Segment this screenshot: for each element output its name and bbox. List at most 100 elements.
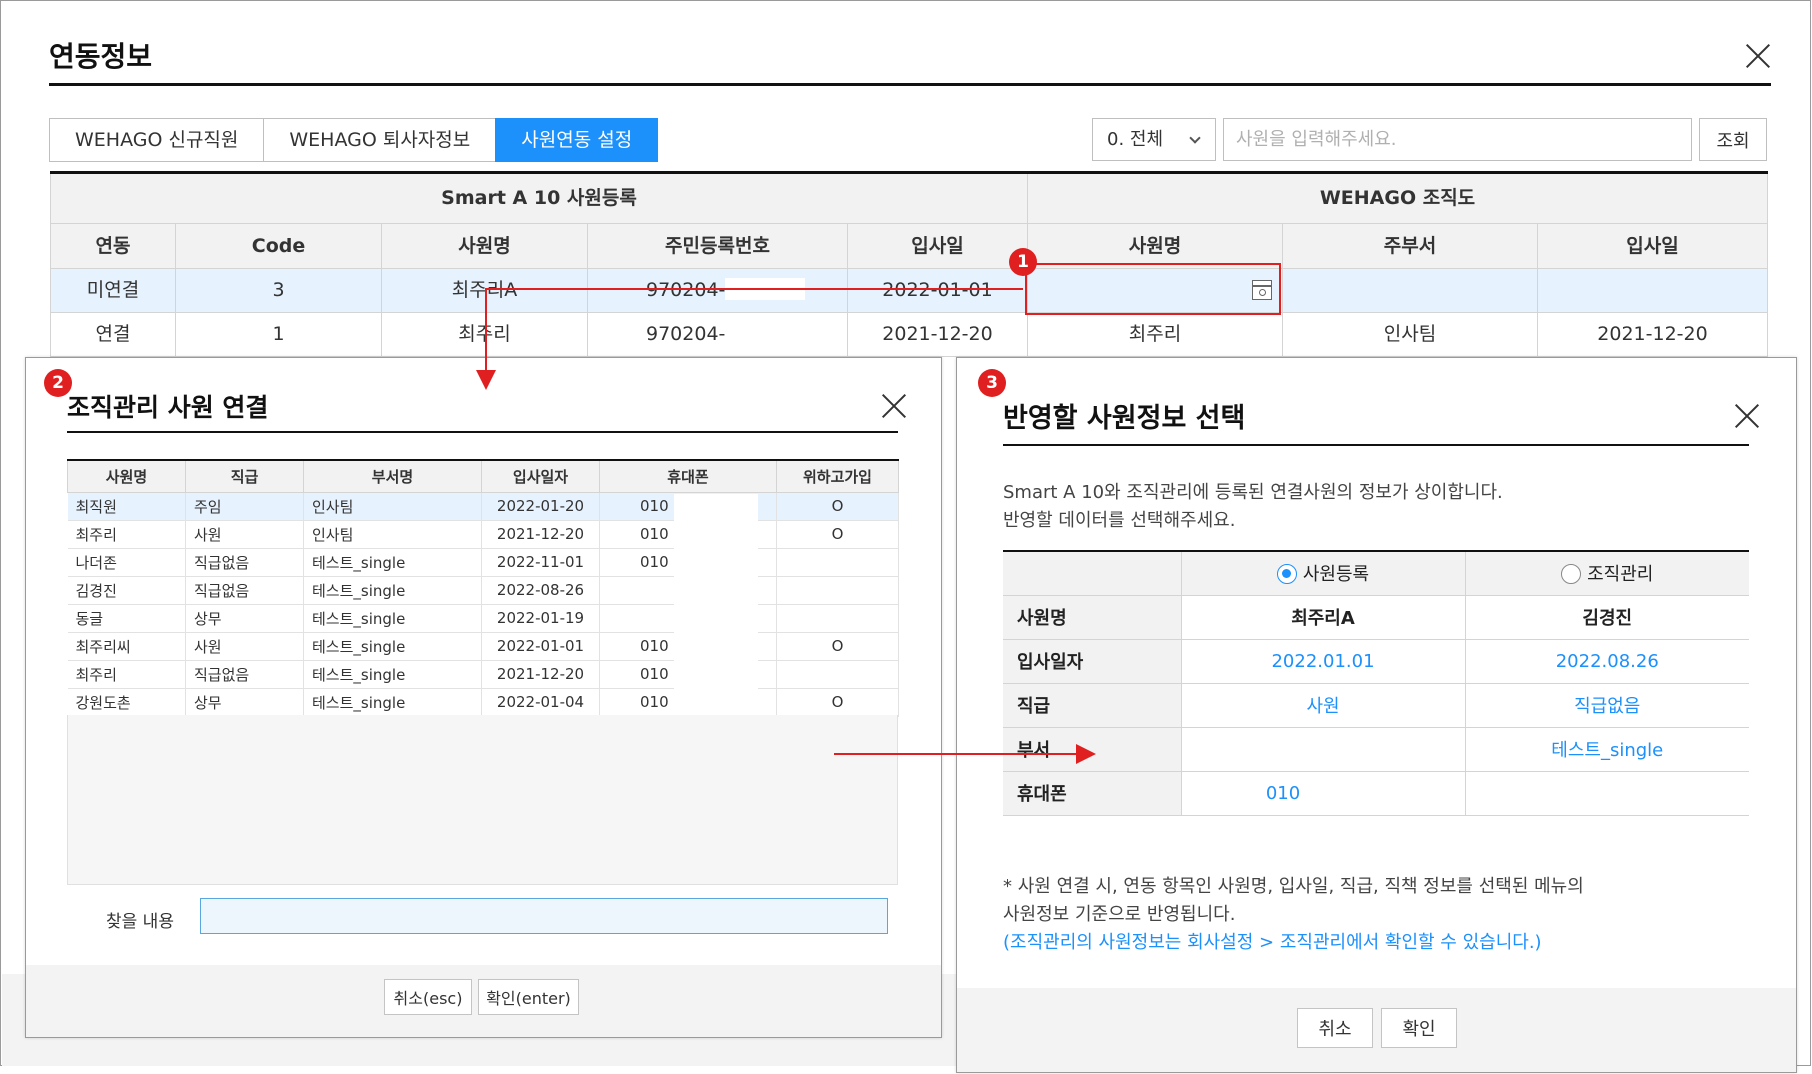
radio-unselected-icon[interactable]: [1561, 564, 1582, 585]
group-smart-a: Smart A 10 사원등록: [50, 174, 1028, 223]
title-divider: [67, 431, 898, 433]
compare-row: 휴대폰 010: [1003, 771, 1749, 816]
select-employee-info-dialog: 반영할 사원정보 선택 Smart A 10와 조직관리에 등록된 연결사원의 …: [956, 357, 1797, 1073]
employee-table: 사원명 직급 부서명 입사일자 휴대폰 위하고가입 최직원 주임 인사팀 202…: [67, 459, 899, 717]
table-row[interactable]: 김경진 직급없음 테스트_single 2022-08-26: [67, 576, 899, 605]
dialog-title: 반영할 사원정보 선택: [1003, 403, 1246, 434]
col-dept: 부서명: [303, 459, 482, 493]
cell-joined: [776, 604, 899, 633]
note-link[interactable]: (조직관리의 사원정보는 회사설정 > 조직관리에서 확인할 수 있습니다.): [1003, 928, 1542, 954]
cell-rank: 상무: [185, 688, 304, 717]
cell-dept: 테스트_single: [303, 632, 482, 661]
group-wehago: WEHAGO 조직도: [1028, 174, 1768, 223]
link-status[interactable]: 미연결: [50, 269, 176, 312]
link-status[interactable]: 연결: [50, 313, 176, 356]
table-header-row: 사원명 직급 부서명 입사일자 휴대폰 위하고가입: [67, 459, 899, 493]
close-icon[interactable]: [881, 393, 901, 413]
compare-table: 사원등록 조직관리 사원명 최주리A 김경진 입사일자 2022.01.01 2…: [1003, 550, 1749, 816]
find-input[interactable]: [200, 898, 888, 934]
value-a: 2022.01.01: [1181, 639, 1466, 684]
close-icon[interactable]: [1745, 43, 1771, 69]
confirm-button[interactable]: 확인(enter): [478, 979, 579, 1015]
cell-date: 2022-01-01: [481, 632, 600, 661]
table-row[interactable]: 최주리 직급없음 테스트_single 2021-12-20 010: [67, 660, 899, 689]
dialog-footer: 취소(esc) 확인(enter): [26, 965, 941, 1037]
cell-name: 김경진: [67, 576, 186, 605]
cell-dept: 인사팀: [303, 520, 482, 549]
cell-name: 최주리: [67, 660, 186, 689]
compare-row: 부서 테스트_single: [1003, 727, 1749, 772]
tab-resigned-employees[interactable]: WEHAGO 퇴사자정보: [263, 118, 496, 162]
cell-code: 1: [176, 313, 382, 356]
employee-picker-icon[interactable]: [1252, 280, 1272, 300]
value-a: 사원: [1181, 683, 1466, 728]
cell-rank: 직급없음: [185, 576, 304, 605]
corner-cell: [1003, 551, 1182, 596]
cell-date: 2021-12-20: [481, 520, 600, 549]
value-a: 최주리A: [1181, 595, 1466, 640]
col-name: 사원명: [67, 459, 186, 493]
cell-rrn: 970204-: [588, 313, 848, 356]
tab-employee-link-settings[interactable]: 사원연동 설정: [495, 118, 659, 162]
cell-dept: 테스트_single: [303, 576, 482, 605]
chevron-down-icon: [1189, 132, 1201, 144]
table-row[interactable]: 최주리 사원 인사팀 2021-12-20 010 O: [67, 520, 899, 549]
tab-bar: WEHAGO 신규직원 WEHAGO 퇴사자정보 사원연동 설정: [49, 118, 659, 162]
cell-name: 최주리: [382, 313, 588, 356]
cell-joined: [776, 576, 899, 605]
table-row[interactable]: 강원도촌 상무 테스트_single 2022-01-04 010 O: [67, 688, 899, 717]
table-row[interactable]: 최직원 주임 인사팀 2022-01-20 010 O: [67, 492, 899, 521]
tab-new-employees[interactable]: WEHAGO 신규직원: [49, 118, 264, 162]
cell-name: 최주리씨: [67, 632, 186, 661]
row-label: 사원명: [1003, 595, 1182, 640]
cell-name: 최주리: [67, 520, 186, 549]
note-line: 사원정보 기준으로 반영됩니다.: [1003, 904, 1236, 925]
cell-wehago-name-picker[interactable]: [1028, 269, 1283, 312]
row-label: 직급: [1003, 683, 1182, 728]
col-link: 연동: [50, 224, 176, 268]
cell-dept: 테스트_single: [303, 604, 482, 633]
value-b: [1465, 771, 1749, 816]
radio-selected-icon[interactable]: [1276, 564, 1297, 585]
cell-date: 2022-01-04: [481, 688, 600, 717]
find-label: 찾을 내용: [106, 912, 174, 932]
table-empty-area: [67, 715, 898, 885]
table-row[interactable]: 나더존 직급없음 테스트_single 2022-11-01 010: [67, 548, 899, 577]
cell-joined: [776, 548, 899, 577]
cell-date: 2022-08-26: [481, 576, 600, 605]
row-label: 입사일자: [1003, 639, 1182, 684]
cell-rank: 직급없음: [185, 548, 304, 577]
dialog-title: 조직관리 사원 연결: [67, 393, 269, 422]
table-row[interactable]: 동글 상무 테스트_single 2022-01-19: [67, 604, 899, 633]
close-icon[interactable]: [1734, 403, 1756, 425]
compare-row: 입사일자 2022.01.01 2022.08.26: [1003, 639, 1749, 684]
confirm-button[interactable]: 확인: [1381, 1008, 1457, 1048]
cell-rrn: 970204-: [588, 269, 848, 312]
cell-joined: O: [776, 688, 899, 717]
value-b: 2022.08.26: [1465, 639, 1749, 684]
row-label: 부서: [1003, 727, 1182, 772]
table-row[interactable]: 미연결 3 최주리A 970204- 2022-01-01: [50, 269, 1768, 313]
cell-wehago-dept: [1283, 269, 1538, 312]
title-divider: [1003, 444, 1749, 446]
cell-dept: 인사팀: [303, 492, 482, 521]
employee-search-input[interactable]: [1223, 118, 1692, 161]
title-divider: [49, 83, 1771, 86]
cell-wehago-date: [1538, 269, 1768, 312]
option-org-management[interactable]: 조직관리: [1465, 551, 1749, 596]
cell-date: 2021-12-20: [481, 660, 600, 689]
cell-name: 최주리A: [382, 269, 588, 312]
cell-dept: 테스트_single: [303, 548, 482, 577]
option-employee-registration[interactable]: 사원등록: [1181, 551, 1466, 596]
col-wehago-dept: 주부서: [1283, 224, 1538, 268]
col-join-date: 입사일자: [481, 459, 600, 493]
cancel-button[interactable]: 취소: [1297, 1008, 1373, 1048]
table-row[interactable]: 최주리씨 사원 테스트_single 2022-01-01 010 O: [67, 632, 899, 661]
note-line: * 사원 연결 시, 연동 항목인 사원명, 입사일, 직급, 직책 정보를 선…: [1003, 876, 1584, 897]
link-filter-select[interactable]: 0. 전체: [1092, 118, 1216, 161]
employee-link-dialog: 조직관리 사원 연결 사원명 직급 부서명 입사일자 휴대폰 위하고가입 최직원…: [25, 357, 942, 1038]
table-row[interactable]: 연결 1 최주리 970204- 2021-12-20 최주리 인사팀 2021…: [50, 313, 1768, 357]
search-button[interactable]: 조회: [1699, 118, 1767, 161]
cell-name: 최직원: [67, 492, 186, 521]
cancel-button[interactable]: 취소(esc): [384, 979, 472, 1015]
